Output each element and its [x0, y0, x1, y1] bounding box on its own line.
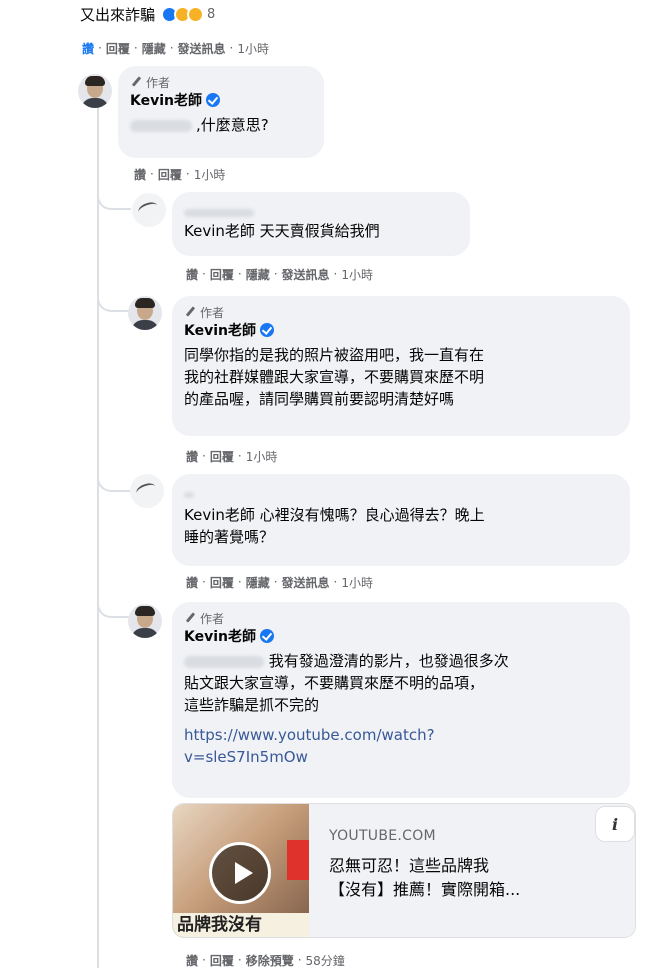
thread-curve	[97, 290, 131, 312]
wow-reaction-icon	[187, 6, 205, 23]
comment-text-line: 我有發過澄清的影片，也發過很多次	[268, 652, 509, 670]
redacted-mention	[130, 119, 192, 132]
preview-source: YOUTUBE.COM	[329, 828, 436, 844]
hide-button[interactable]: 隱藏	[142, 40, 166, 57]
thumbnail-tag	[287, 840, 309, 880]
remove-preview-button[interactable]: 移除預覽	[246, 952, 294, 969]
avatar[interactable]	[78, 74, 112, 108]
thread-curve	[97, 470, 131, 492]
top-comment: 又出來詐騙 8	[80, 4, 215, 25]
link-preview-card[interactable]: 品牌我沒有 YOUTUBE.COM 忍無可忍！這些品牌我 【沒有】推薦！實際開箱…	[172, 803, 636, 938]
author-badge: 作者	[184, 610, 618, 626]
verified-badge-icon	[260, 323, 274, 337]
avatar[interactable]	[130, 474, 164, 508]
author-tag-label: 作者	[200, 611, 225, 626]
author-badge: 作者	[184, 304, 618, 320]
like-button[interactable]: 讚	[186, 574, 198, 591]
comment-text-line: Kevin老師 心裡沒有愧嗎？良心過得去？晚上	[184, 506, 485, 524]
comment-text: 什麼意思?	[200, 116, 269, 134]
comment-text-line: 我的社群媒體跟大家宣導，不要購買來歷不明	[184, 368, 485, 386]
pen-icon	[184, 306, 196, 318]
send-message-button[interactable]: 發送訊息	[282, 574, 330, 591]
hide-button[interactable]: 隱藏	[246, 574, 270, 591]
preview-title-line: 【沒有】推薦！實際開箱...	[329, 880, 521, 899]
reply-button[interactable]: 回覆	[210, 448, 234, 465]
youtube-link[interactable]: v=sleS7In5mOw	[184, 746, 618, 768]
reactions[interactable]: 8	[161, 6, 215, 23]
comment-bubble: Kevin老師 天天賣假貨給我們	[172, 192, 470, 256]
comment-text-line: 的產品喔，請同學購買前要認明清楚好嗎	[184, 390, 455, 408]
reply-button[interactable]: 回覆	[210, 266, 234, 283]
comment-bubble: Kevin老師 心裡沒有愧嗎？良心過得去？晚上 睡的著覺嗎？	[172, 474, 630, 566]
youtube-link[interactable]: https://www.youtube.com/watch?	[184, 724, 618, 746]
redacted-name	[184, 208, 254, 217]
reply-button[interactable]: 回覆	[210, 574, 234, 591]
like-button[interactable]: 讚	[186, 266, 198, 283]
send-message-button[interactable]: 發送訊息	[178, 40, 226, 57]
comment-actions: 讚 · 回覆 · 隱藏 · 發送訊息 · 1小時	[186, 574, 374, 591]
reply-button[interactable]: 回覆	[158, 166, 182, 183]
commenter-name[interactable]: Kevin老師	[130, 90, 202, 110]
commenter-name[interactable]: Kevin老師	[184, 320, 256, 340]
timestamp[interactable]: 1小時	[237, 40, 269, 57]
timestamp[interactable]: 1小時	[341, 266, 373, 283]
author-tag-label: 作者	[200, 305, 225, 320]
avatar[interactable]	[128, 604, 162, 638]
comment-actions: 讚 · 回覆 · 1小時	[134, 166, 226, 183]
comment-bubble: 作者 Kevin老師 ,什麼意思?	[118, 66, 324, 158]
redacted-mention	[184, 655, 264, 668]
thumbnail-text: 品牌我沒有	[177, 915, 262, 935]
thread-curve	[97, 190, 131, 210]
verified-badge-icon	[206, 93, 220, 107]
comment-text-line: 睡的著覺嗎？	[184, 528, 275, 546]
author-badge: 作者	[130, 74, 312, 90]
comment-bubble: 作者 Kevin老師 我有發過澄清的影片，也發過很多次 貼文跟大家宣導，不要購買…	[172, 602, 630, 798]
reaction-count: 8	[207, 7, 216, 22]
reply-button[interactable]: 回覆	[106, 40, 130, 57]
thread-curve	[97, 596, 131, 618]
info-icon[interactable]: i	[595, 806, 635, 842]
top-comment-text: 又出來詐騙	[80, 6, 156, 24]
comment-actions: 讚 · 回覆 · 移除預覽 · 58分鐘	[186, 952, 345, 969]
like-button[interactable]: 讚	[186, 952, 198, 969]
reply-button[interactable]: 回覆	[210, 952, 234, 969]
comment-text: Kevin老師 天天賣假貨給我們	[184, 222, 380, 240]
like-button[interactable]: 讚	[82, 40, 94, 57]
comment-bubble: 作者 Kevin老師 同學你指的是我的照片被盜用吧，我一直有在 我的社群媒體跟大…	[172, 296, 630, 436]
avatar[interactable]	[132, 193, 166, 227]
timestamp[interactable]: 1小時	[246, 448, 278, 465]
timestamp[interactable]: 1小時	[194, 166, 226, 183]
thread-line	[97, 108, 99, 968]
comment-actions: 讚 · 回覆 · 隱藏 · 發送訊息 · 1小時	[186, 266, 374, 283]
comment-text-line: 貼文跟大家宣導，不要購買來歷不明的品項，	[184, 674, 485, 692]
hide-button[interactable]: 隱藏	[246, 266, 270, 283]
play-icon[interactable]	[209, 842, 271, 904]
video-thumbnail[interactable]: 品牌我沒有	[173, 804, 309, 937]
avatar[interactable]	[128, 296, 162, 330]
verified-badge-icon	[260, 629, 274, 643]
timestamp[interactable]: 58分鐘	[306, 952, 345, 969]
redacted-name	[184, 491, 194, 498]
author-tag-label: 作者	[146, 75, 171, 90]
pen-icon	[184, 612, 196, 624]
preview-info[interactable]: YOUTUBE.COM 忍無可忍！這些品牌我 【沒有】推薦！實際開箱... i	[309, 804, 635, 937]
top-comment-actions: 讚 · 回覆 · 隱藏 · 發送訊息 · 1小時	[82, 40, 270, 57]
like-button[interactable]: 讚	[186, 448, 198, 465]
send-message-button[interactable]: 發送訊息	[282, 266, 330, 283]
pen-icon	[130, 76, 142, 88]
commenter-name[interactable]: Kevin老師	[184, 626, 256, 646]
comment-text-line: 這些詐騙是抓不完的	[184, 696, 320, 714]
timestamp[interactable]: 1小時	[341, 574, 373, 591]
comment-text-line: 同學你指的是我的照片被盜用吧，我一直有在	[184, 346, 485, 364]
comment-actions: 讚 · 回覆 · 1小時	[186, 448, 278, 465]
preview-title-line: 忍無可忍！這些品牌我	[329, 856, 490, 875]
like-button[interactable]: 讚	[134, 166, 146, 183]
